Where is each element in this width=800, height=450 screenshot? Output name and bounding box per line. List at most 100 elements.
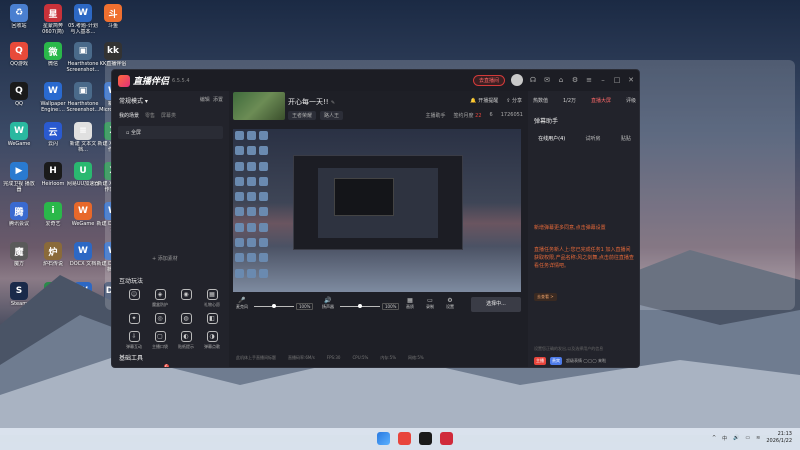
tag-game[interactable]: 王者荣耀 xyxy=(288,111,317,120)
desktop-icon[interactable]: Q QQ xyxy=(2,82,36,107)
minimize-icon[interactable]: – xyxy=(599,76,607,84)
interact-tool[interactable]: ▢ 主播口袋 xyxy=(148,331,172,350)
clock[interactable]: 21:13 2026/1/22 xyxy=(766,431,792,445)
rating[interactable]: 评级 xyxy=(626,97,636,104)
edit-button[interactable]: 编辑 xyxy=(200,97,210,103)
avatar[interactable] xyxy=(511,74,523,86)
interact-tool[interactable]: ◍ xyxy=(174,313,198,326)
notice-task[interactable]: 直播任务新人上:您已完成任务1 加入直播间获取权限,产品名称:风之剑舞,点击前往… xyxy=(534,246,634,270)
stream-preview[interactable] xyxy=(233,129,521,292)
desktop-icon[interactable]: W WeGame xyxy=(66,202,100,227)
interact-tool[interactable]: ◉ xyxy=(174,289,198,308)
mode-select[interactable]: 常规模式 ▾ xyxy=(119,96,148,105)
settings-button[interactable]: ⚙ 设置 xyxy=(446,297,454,310)
desktop-icon[interactable]: 微微信 xyxy=(36,42,70,67)
interact-tool[interactable]: ◈ 魔盒防护 xyxy=(148,289,172,308)
speaker-slider[interactable] xyxy=(340,304,380,308)
desktop-icon[interactable]: S Steam xyxy=(2,282,36,307)
battery-icon[interactable]: ▭ xyxy=(745,435,750,441)
lang-icon[interactable]: 中 xyxy=(722,435,727,442)
stream-title[interactable]: 开心每一天!! ✎ xyxy=(288,97,335,107)
interact-tool[interactable]: ✦ xyxy=(122,313,146,326)
tab-trial[interactable]: 试听房 xyxy=(586,135,601,142)
desktop-icon[interactable]: ▣ Hearthstone Screenshot… xyxy=(66,42,100,73)
add-button[interactable]: 添置 xyxy=(213,97,223,103)
desktop-icon[interactable]: W WeGame xyxy=(2,122,36,147)
mic-control[interactable]: 🎤 麦克风 xyxy=(236,297,248,310)
desktop-icon[interactable]: H Heirloom xyxy=(36,162,70,187)
desktop-icon[interactable]: ▶ 腾讯视频 xyxy=(66,322,100,347)
sound-icon[interactable]: 🔊 xyxy=(733,435,739,441)
wifi-icon[interactable]: ≋ xyxy=(756,435,760,441)
mic-volume[interactable]: 100% xyxy=(296,303,314,310)
settings-icon[interactable]: ⚙ xyxy=(571,76,579,84)
desktop-icon[interactable]: X新建 XLSX 工作表 xyxy=(2,362,36,393)
weibo-icon[interactable] xyxy=(398,432,411,445)
chat-input[interactable]: 设置您正确的发出,以及选择用户的信息 xyxy=(534,346,604,352)
interact-tool[interactable]: ▦ 礼物心愿 xyxy=(200,289,224,308)
remind-button[interactable]: 🔔 开播提醒 xyxy=(470,97,498,104)
speaker-volume[interactable]: 100% xyxy=(382,303,400,310)
desktop-icon[interactable]: W 校企实施合作 业务策划稿… xyxy=(66,282,100,313)
big-screen[interactable]: 直播大屏 xyxy=(591,97,611,104)
desktop-icon[interactable]: U 网易UU加速器 xyxy=(66,162,100,187)
desktop-icon[interactable]: Q QQ游戏 xyxy=(2,42,36,67)
desktop-icon[interactable]: i 爱奇艺 xyxy=(36,202,70,227)
start-live-button[interactable]: 选择中... xyxy=(471,297,521,312)
interact-tool[interactable]: ⇩ 弹幕互动 xyxy=(122,331,146,350)
desktop-icon[interactable]: ♻ 回收站 xyxy=(2,4,36,29)
desktop-icon[interactable]: 炉炉石传说 xyxy=(36,242,70,267)
menu-icon[interactable]: ≡ xyxy=(585,76,593,84)
close-icon[interactable]: ✕ xyxy=(627,76,635,84)
tag-type[interactable]: 路人王 xyxy=(320,111,344,120)
stream-cover[interactable] xyxy=(233,92,285,120)
monthly-sign[interactable]: 签约月度 22 xyxy=(454,112,482,119)
desktop-icon[interactable]: 云云闪 xyxy=(36,122,70,147)
desktop-icon[interactable]: ▲ 三角洲行动 xyxy=(36,282,70,307)
desktop-icon[interactable]: W 主播能活策划 任务书… xyxy=(36,322,70,353)
share-button[interactable]: ⇪ 分享 xyxy=(506,97,522,104)
chevron-up-icon[interactable]: ^ xyxy=(712,435,716,441)
desktop-icon[interactable]: ▣ Hearthstone Screenshot… xyxy=(66,82,100,113)
tab-online-users[interactable]: 在线用户(4) xyxy=(538,135,565,142)
tab-stickers[interactable]: 贴贴 xyxy=(621,135,631,142)
notice-danmaku[interactable]: 新增弹幕更多同意,点击弹幕设置 xyxy=(534,224,634,232)
mic-slider[interactable] xyxy=(254,304,294,308)
basic-tool[interactable]: ✓任务中心 xyxy=(122,367,146,368)
tab-my-scene[interactable]: 我的场景 xyxy=(119,112,139,119)
desktop-icon[interactable]: W Wallpaper Engine:… xyxy=(36,82,70,113)
basic-tool[interactable]: ◫福利预告 xyxy=(174,367,198,368)
desktop-icon[interactable]: W 05.考题-计划 与入基本… xyxy=(66,4,100,35)
view-details-button[interactable]: 去查看 > xyxy=(534,293,557,301)
basic-tool[interactable]: ▣6直播任务 xyxy=(163,364,169,367)
interact-tool[interactable]: ◧ xyxy=(200,313,224,326)
speaker-slider-knob[interactable] xyxy=(358,304,362,308)
douyin-icon[interactable] xyxy=(419,432,432,445)
mic-slider-knob[interactable] xyxy=(272,304,276,308)
speaker-control[interactable]: 🔊 扬声器 xyxy=(322,297,334,310)
desktop-icon[interactable]: 魔魔方 xyxy=(2,242,36,267)
windows-start-icon[interactable] xyxy=(377,432,390,445)
maximize-icon[interactable]: □ xyxy=(613,76,621,84)
desktop-icon[interactable]: W DOCX 文档 xyxy=(66,242,100,267)
netease-icon[interactable] xyxy=(440,432,453,445)
desktop-icon[interactable]: 炉炉石传说盒子 xyxy=(2,322,36,347)
store-icon[interactable]: ⌂ xyxy=(557,76,565,84)
headset-icon[interactable]: ☊ xyxy=(529,76,537,84)
interact-tool[interactable]: ☺ xyxy=(122,289,146,308)
desktop-icon[interactable]: ≡ 新建 文本文档… xyxy=(66,122,100,153)
chat-icon[interactable]: ✉ xyxy=(543,76,551,84)
basic-tool[interactable]: ⇩正能量合 xyxy=(200,367,224,368)
tab-retail[interactable]: 零售 xyxy=(145,112,155,119)
go-live-room-button[interactable]: 去直播间 xyxy=(472,74,505,86)
quality-button[interactable]: ▦ 画质 xyxy=(406,297,414,310)
interact-tool[interactable]: ◐ 贴纸提示 xyxy=(174,331,198,350)
scene-item-fullscreen[interactable]: ▫ 全屏 xyxy=(118,126,223,139)
desktop-icon[interactable]: 腾腾讯会议 xyxy=(2,202,36,227)
host-assistant[interactable]: 主播助手 xyxy=(426,112,446,119)
record-button[interactable]: ▭ 录制 xyxy=(426,297,434,310)
tab-screen[interactable]: 屏幕类 xyxy=(161,112,176,119)
add-material-button[interactable]: + 添加素材 xyxy=(152,255,178,262)
interact-tool[interactable]: ◑ 弹幕点歌 xyxy=(200,331,224,350)
interact-tool[interactable]: ◎ xyxy=(148,313,172,326)
